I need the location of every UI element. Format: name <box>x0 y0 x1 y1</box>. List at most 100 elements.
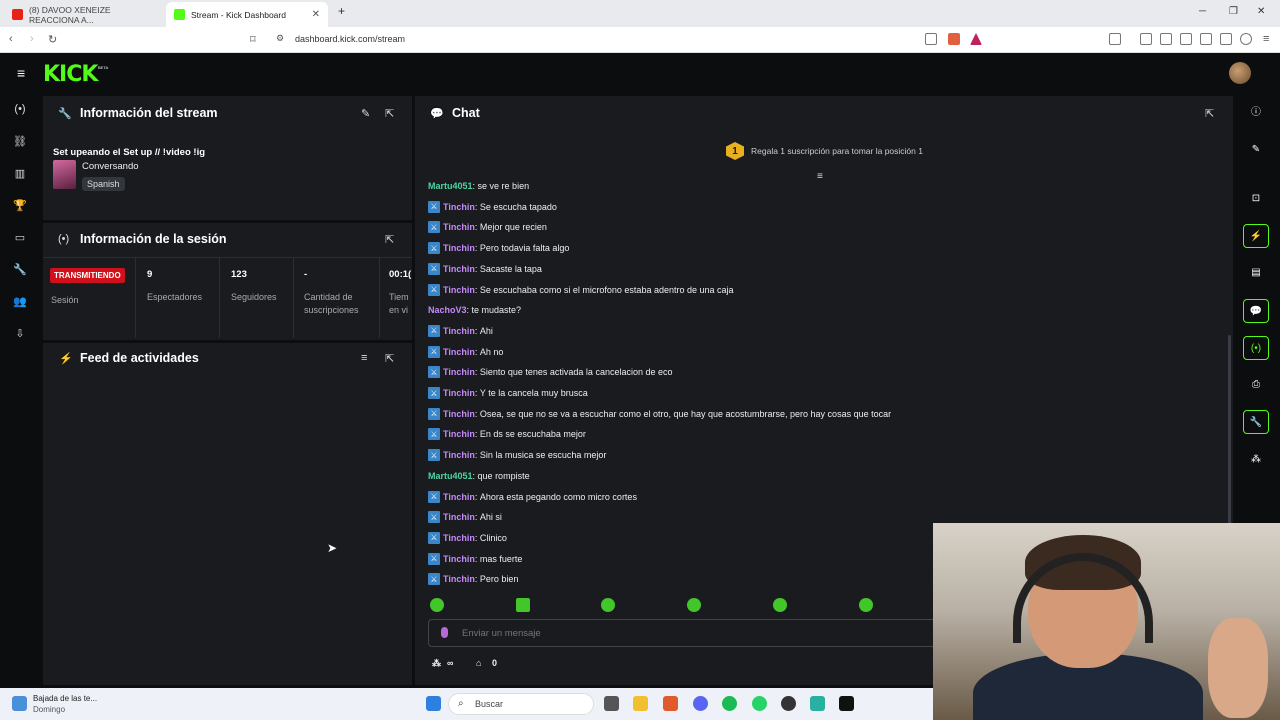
chat-message-input[interactable] <box>462 628 862 639</box>
chat-scrollbar[interactable] <box>1228 335 1231 525</box>
emote-icon[interactable] <box>601 598 615 612</box>
chat-username[interactable]: Martu4051 <box>428 181 473 191</box>
maximize-button[interactable]: ❐ <box>1229 6 1238 17</box>
hamburger-menu-icon[interactable]: ≡ <box>17 65 25 81</box>
popout-icon[interactable]: ⇱ <box>385 107 394 120</box>
extension-icon[interactable] <box>1109 33 1121 45</box>
chat-username[interactable]: Tinchin <box>443 409 475 419</box>
chat-username[interactable]: Martu4051 <box>428 471 473 481</box>
download-icon[interactable] <box>1140 33 1152 45</box>
community-icon[interactable]: 👥 <box>13 295 27 309</box>
kick-logo[interactable]: KICK <box>43 62 98 87</box>
file-explorer-icon[interactable] <box>633 696 648 711</box>
moderator-badge-icon[interactable]: ⚔ <box>428 283 440 296</box>
stream-category[interactable]: Conversando <box>82 161 139 172</box>
user-avatar[interactable] <box>1229 62 1251 84</box>
chat-username[interactable]: Tinchin <box>443 264 475 274</box>
moderator-badge-icon[interactable]: ⚔ <box>428 428 440 441</box>
chat-input-box[interactable] <box>428 619 938 647</box>
url-text[interactable]: dashboard.kick.com/stream <box>295 34 405 44</box>
spotify-icon[interactable] <box>722 696 737 711</box>
terminal-icon[interactable] <box>839 696 854 711</box>
chat-username[interactable]: Tinchin <box>443 367 475 377</box>
browser-tab-kick[interactable]: Stream - Kick Dashboard ✕ <box>166 2 328 27</box>
moderator-badge-icon[interactable]: ⚔ <box>428 387 440 399</box>
notes-icon[interactable]: ▤ <box>1243 261 1269 285</box>
chat-bubble-icon[interactable]: 💬 <box>1243 299 1269 323</box>
screenshot-icon[interactable]: ⊡ <box>1243 187 1269 211</box>
moderator-badge-icon[interactable]: ⚔ <box>428 221 440 234</box>
vpn-icon[interactable] <box>1240 33 1252 45</box>
sidebar-icon[interactable] <box>1180 33 1192 45</box>
edit-icon[interactable]: ✎ <box>361 107 370 120</box>
whatsapp-icon[interactable] <box>752 696 767 711</box>
trophy-icon[interactable]: 🏆 <box>13 199 27 213</box>
new-tab-button[interactable]: + <box>338 4 345 18</box>
moderator-badge-icon[interactable]: ⚔ <box>428 511 440 524</box>
emote-icon[interactable] <box>687 598 701 612</box>
broadcast-icon[interactable]: (•) <box>13 102 27 116</box>
moderator-badge-icon[interactable]: ⚔ <box>428 324 440 337</box>
brave-icon[interactable] <box>663 696 678 711</box>
share-icon[interactable] <box>925 33 937 45</box>
bookmark-icon[interactable]: ⌑ <box>250 33 256 46</box>
emote-icon[interactable] <box>859 598 873 612</box>
store-icon[interactable]: ⌂ <box>476 658 481 668</box>
audio-app-icon[interactable] <box>810 696 825 711</box>
chat-username[interactable]: NachoV3 <box>428 305 467 315</box>
filter-icon[interactable]: ≡ <box>361 352 367 364</box>
taskbar-search[interactable]: ⌕ Buscar <box>448 693 594 715</box>
site-info-icon[interactable]: ⚙ <box>276 33 284 44</box>
upload-icon[interactable]: ⇩ <box>13 327 27 341</box>
moderator-badge-icon[interactable]: ⚔ <box>428 366 440 379</box>
chat-username[interactable]: Tinchin <box>443 388 475 398</box>
chat-username[interactable]: Tinchin <box>443 285 475 295</box>
menu-icon[interactable]: ≡ <box>1263 33 1269 45</box>
microphone-icon[interactable] <box>441 627 448 638</box>
close-window-button[interactable]: ✕ <box>1257 6 1265 17</box>
chat-username[interactable]: Tinchin <box>443 326 475 336</box>
emote-icon[interactable] <box>773 598 787 612</box>
chat-username[interactable]: Tinchin <box>443 429 475 439</box>
minimize-button[interactable]: ─ <box>1199 6 1206 17</box>
moderator-badge-icon[interactable]: ⚔ <box>428 552 440 565</box>
wallet-icon[interactable] <box>1200 33 1212 45</box>
brave-shield-icon[interactable] <box>948 33 960 45</box>
chat-username[interactable]: Tinchin <box>443 243 475 253</box>
chat-username[interactable]: Tinchin <box>443 512 475 522</box>
emote-icon[interactable] <box>430 598 444 612</box>
community-icon[interactable]: ⁂ <box>432 658 441 669</box>
browser-tab-youtube[interactable]: (8) DAVOO XENEIZE REACCIONA A... <box>4 2 164 27</box>
moderator-badge-icon[interactable]: ⚔ <box>428 407 440 420</box>
chat-username[interactable]: Tinchin <box>443 347 475 357</box>
popout-icon[interactable]: ⇱ <box>1205 107 1214 120</box>
ai-icon[interactable] <box>1220 33 1232 45</box>
rewards-icon[interactable] <box>970 33 982 45</box>
chat-username[interactable]: Tinchin <box>443 554 475 564</box>
wrench-icon[interactable]: 🔧 <box>1243 410 1269 434</box>
close-tab-icon[interactable]: ✕ <box>312 9 320 20</box>
moderator-badge-icon[interactable]: ⚔ <box>428 531 440 544</box>
broadcast-icon[interactable]: (•) <box>1243 336 1269 360</box>
windows-start-icon[interactable] <box>426 696 441 711</box>
lightning-icon[interactable]: ⚡ <box>1243 224 1269 248</box>
popout-icon[interactable]: ⇱ <box>385 352 394 365</box>
chat-username[interactable]: Tinchin <box>443 202 475 212</box>
moderator-badge-icon[interactable]: ⚔ <box>428 573 440 586</box>
community-icon[interactable]: ⁂ <box>1243 448 1269 472</box>
chat-username[interactable]: Tinchin <box>443 450 475 460</box>
popout-icon[interactable]: ⇱ <box>385 233 394 246</box>
emote-icon[interactable] <box>516 598 530 612</box>
discord-icon[interactable] <box>693 696 708 711</box>
chat-username[interactable]: Tinchin <box>443 222 475 232</box>
weather-icon[interactable] <box>12 696 27 711</box>
moderator-badge-icon[interactable]: ⚔ <box>428 262 440 275</box>
forward-icon[interactable]: › <box>30 33 34 45</box>
print-icon[interactable]: ⎙ <box>1243 373 1269 397</box>
gift-sub-promo[interactable]: 1 Regala 1 suscripción para tomar la pos… <box>726 142 923 160</box>
info-icon[interactable]: ⓘ <box>1243 101 1269 125</box>
chat-username[interactable]: Tinchin <box>443 574 475 584</box>
media-icon[interactable]: ▭ <box>13 231 27 245</box>
back-icon[interactable]: ‹ <box>9 33 13 45</box>
chat-username[interactable]: Tinchin <box>443 492 475 502</box>
